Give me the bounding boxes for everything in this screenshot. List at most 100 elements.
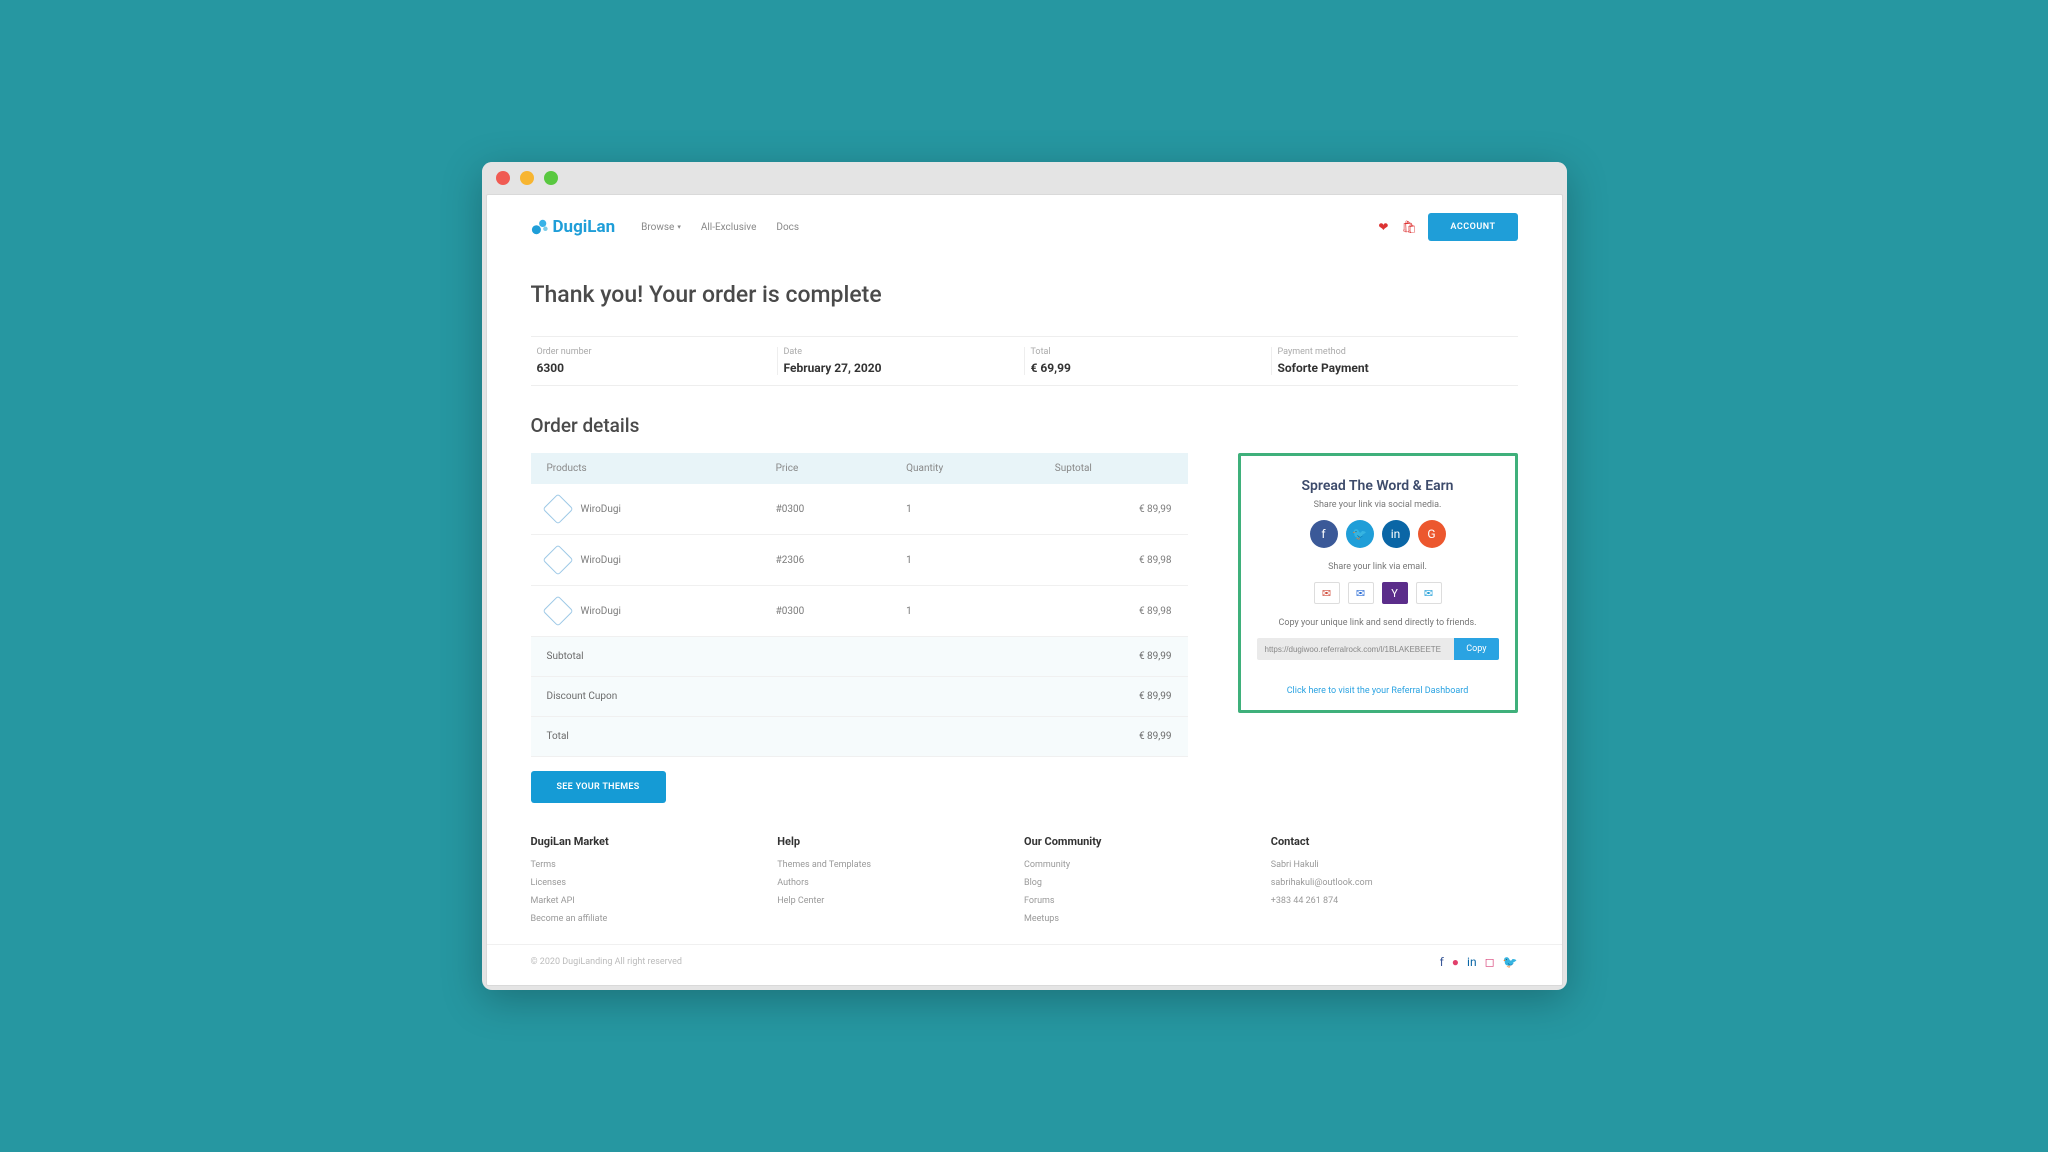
site-footer: DugiLan Market TermsLicensesMarket APIBe… xyxy=(487,813,1562,944)
footer-link[interactable]: Terms xyxy=(531,860,778,870)
footer-link[interactable]: +383 44 261 874 xyxy=(1271,896,1518,906)
footer-instagram-icon[interactable]: ◻ xyxy=(1485,955,1495,969)
footer-heading: Contact xyxy=(1271,835,1518,848)
footer-link[interactable]: Blog xyxy=(1024,878,1271,888)
summary-value: February 27, 2020 xyxy=(784,361,1018,375)
see-themes-button[interactable]: SEE YOUR THEMES xyxy=(531,771,666,803)
google-plus-icon[interactable]: G xyxy=(1418,520,1446,548)
footer-heading: Help xyxy=(777,835,1024,848)
chevron-down-icon: ▾ xyxy=(677,223,681,231)
summary-line-value: € 89,99 xyxy=(1039,677,1188,717)
footer-heading: Our Community xyxy=(1024,835,1271,848)
col-quantity: Quantity xyxy=(890,453,1039,484)
titlebar xyxy=(482,162,1567,194)
referral-social-sub: Share your link via social media. xyxy=(1257,500,1499,510)
footer-link[interactable]: Meetups xyxy=(1024,914,1271,924)
product-thumb-icon xyxy=(542,493,573,524)
nav-all-exclusive[interactable]: All-Exclusive xyxy=(701,222,757,233)
product-cell: WiroDugi xyxy=(531,586,760,637)
mail-icon[interactable]: ✉ xyxy=(1416,582,1442,604)
qty-cell: 1 xyxy=(890,586,1039,637)
wishlist-icon[interactable]: ❤ xyxy=(1376,220,1390,234)
cart-icon[interactable]: 🛍 xyxy=(1402,220,1416,234)
social-share-row: f 🐦 in G xyxy=(1257,520,1499,548)
footer-link[interactable]: Help Center xyxy=(777,896,1024,906)
footer-link[interactable]: Forums xyxy=(1024,896,1271,906)
col-price: Price xyxy=(760,453,891,484)
footer-link[interactable]: Sabri Hakuli xyxy=(1271,860,1518,870)
logo-icon xyxy=(531,218,549,236)
footer-link[interactable]: Authors xyxy=(777,878,1024,888)
summary-label: Payment method xyxy=(1278,347,1512,357)
footer-pinterest-icon[interactable]: ● xyxy=(1452,955,1459,969)
nav-browse[interactable]: Browse▾ xyxy=(641,222,681,233)
yahoo-icon[interactable]: Y xyxy=(1382,582,1408,604)
close-icon[interactable] xyxy=(496,171,510,185)
qty-cell: 1 xyxy=(890,484,1039,535)
main-nav: Browse▾ All-Exclusive Docs xyxy=(641,222,799,233)
product-thumb-icon xyxy=(542,595,573,626)
summary-value: € 69,99 xyxy=(1031,361,1265,375)
product-thumb-icon xyxy=(542,544,573,575)
footer-link[interactable]: Themes and Templates xyxy=(777,860,1024,870)
summary-total: Total € 69,99 xyxy=(1025,347,1272,375)
footer-linkedin-icon[interactable]: in xyxy=(1467,955,1477,969)
copy-link-row: Copy xyxy=(1257,638,1499,660)
summary-line: Total€ 89,99 xyxy=(531,717,1188,757)
browser-window: DugiLan Browse▾ All-Exclusive Docs ❤ 🛍 A… xyxy=(482,162,1567,990)
footer-link[interactable]: Licenses xyxy=(531,878,778,888)
summary-label: Total xyxy=(1031,347,1265,357)
linkedin-icon[interactable]: in xyxy=(1382,520,1410,548)
section-title: Order details xyxy=(531,414,1518,437)
account-button[interactable]: ACCOUNT xyxy=(1428,213,1517,241)
order-details-column: Products Price Quantity Suptotal WiroDug… xyxy=(531,453,1188,803)
footer-col-contact: Contact Sabri Hakuli sabrihakuli@outlook.… xyxy=(1271,835,1518,932)
product-name: WiroDugi xyxy=(581,504,621,515)
summary-line: Subtotal€ 89,99 xyxy=(531,637,1188,677)
table-row: WiroDugi #03001€ 89,99 xyxy=(531,484,1188,535)
viewport: DugiLan Browse▾ All-Exclusive Docs ❤ 🛍 A… xyxy=(486,194,1563,986)
referral-link-input[interactable] xyxy=(1257,638,1455,660)
subtotal-cell: € 89,98 xyxy=(1039,535,1188,586)
outlook-icon[interactable]: ✉ xyxy=(1348,582,1374,604)
footer-link[interactable]: Become an affiliate xyxy=(531,914,778,924)
summary-line-value: € 89,99 xyxy=(1039,717,1188,757)
summary-label: Date xyxy=(784,347,1018,357)
footer-link[interactable]: Community xyxy=(1024,860,1271,870)
footer-social: f ● in ◻ 🐦 xyxy=(1440,955,1518,969)
price-cell: #2306 xyxy=(760,535,891,586)
summary-date: Date February 27, 2020 xyxy=(778,347,1025,375)
gmail-icon[interactable]: ✉ xyxy=(1314,582,1340,604)
summary-label: Order number xyxy=(537,347,771,357)
header-actions: ❤ 🛍 ACCOUNT xyxy=(1376,213,1517,241)
order-table: Products Price Quantity Suptotal WiroDug… xyxy=(531,453,1188,757)
table-header-row: Products Price Quantity Suptotal xyxy=(531,453,1188,484)
summary-order-number: Order number 6300 xyxy=(531,347,778,375)
summary-line: Discount Cupon€ 89,99 xyxy=(531,677,1188,717)
nav-docs[interactable]: Docs xyxy=(776,222,799,233)
referral-dashboard-link[interactable]: Click here to visit the your Referral Da… xyxy=(1257,686,1499,696)
col-subtotal: Suptotal xyxy=(1039,453,1188,484)
nav-label: Browse xyxy=(641,222,674,233)
copy-button[interactable]: Copy xyxy=(1454,638,1498,660)
product-cell: WiroDugi xyxy=(531,535,760,586)
facebook-icon[interactable]: f xyxy=(1310,520,1338,548)
price-cell: #0300 xyxy=(760,586,891,637)
price-cell: #0300 xyxy=(760,484,891,535)
footer-col-community: Our Community Community Blog Forums Meetups xyxy=(1024,835,1271,932)
footer-facebook-icon[interactable]: f xyxy=(1440,955,1444,969)
twitter-icon[interactable]: 🐦 xyxy=(1346,520,1374,548)
footer-link[interactable]: Market API xyxy=(531,896,778,906)
footer-col-help: Help Themes and Templates Authors Help Cen… xyxy=(777,835,1024,932)
minimize-icon[interactable] xyxy=(520,171,534,185)
subtotal-cell: € 89,99 xyxy=(1039,484,1188,535)
maximize-icon[interactable] xyxy=(544,171,558,185)
logo-text: DugiLan xyxy=(553,217,616,237)
footer-twitter-icon[interactable]: 🐦 xyxy=(1503,955,1518,969)
email-share-row: ✉ ✉ Y ✉ xyxy=(1257,582,1499,604)
product-name: WiroDugi xyxy=(581,606,621,617)
summary-payment: Payment method Soforte Payment xyxy=(1272,347,1518,375)
summary-value: 6300 xyxy=(537,361,771,375)
logo[interactable]: DugiLan xyxy=(531,217,616,237)
footer-link[interactable]: sabrihakuli@outlook.com xyxy=(1271,878,1518,888)
